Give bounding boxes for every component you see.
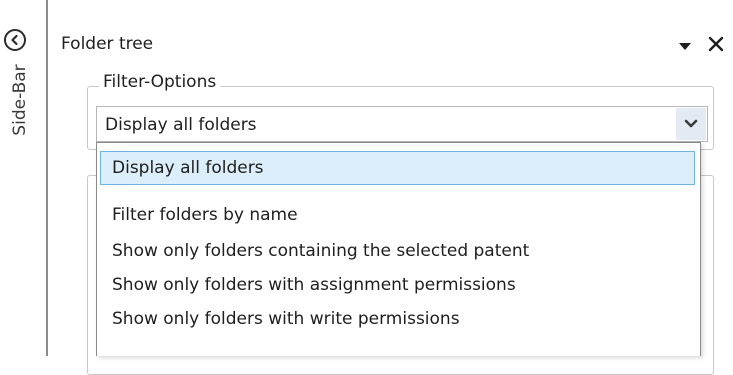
filter-dropdown-list: Display all folders Filter folders by na… — [96, 142, 701, 356]
combobox-selected-value: Display all folders — [105, 115, 257, 135]
dropdown-option-containing-patent[interactable]: Show only folders containing the selecte… — [100, 234, 695, 268]
dropdown-option-write-permissions[interactable]: Show only folders with write permissions — [100, 302, 695, 336]
panel-divider — [47, 0, 48, 356]
combobox-dropdown-button[interactable] — [676, 108, 706, 140]
folder-filter-combobox[interactable]: Display all folders — [96, 106, 708, 142]
filter-options-legend: Filter-Options — [99, 72, 221, 92]
chevron-left-icon — [11, 34, 18, 46]
panel-title: Folder tree — [61, 34, 154, 54]
close-panel-button[interactable] — [706, 34, 726, 54]
chevron-down-icon — [684, 119, 698, 128]
close-icon — [708, 36, 724, 52]
dropdown-option-filter-by-name[interactable]: Filter folders by name — [100, 198, 695, 232]
dropdown-option-display-all[interactable]: Display all folders — [100, 151, 695, 185]
caret-down-icon — [679, 43, 691, 50]
side-bar-label[interactable]: Side-Bar — [10, 64, 30, 135]
collapse-sidebar-button[interactable] — [4, 29, 26, 51]
dropdown-option-assignment-permissions[interactable]: Show only folders with assignment permis… — [100, 268, 695, 302]
panel-options-button[interactable] — [677, 38, 693, 52]
side-bar: Side-Bar — [0, 0, 47, 356]
